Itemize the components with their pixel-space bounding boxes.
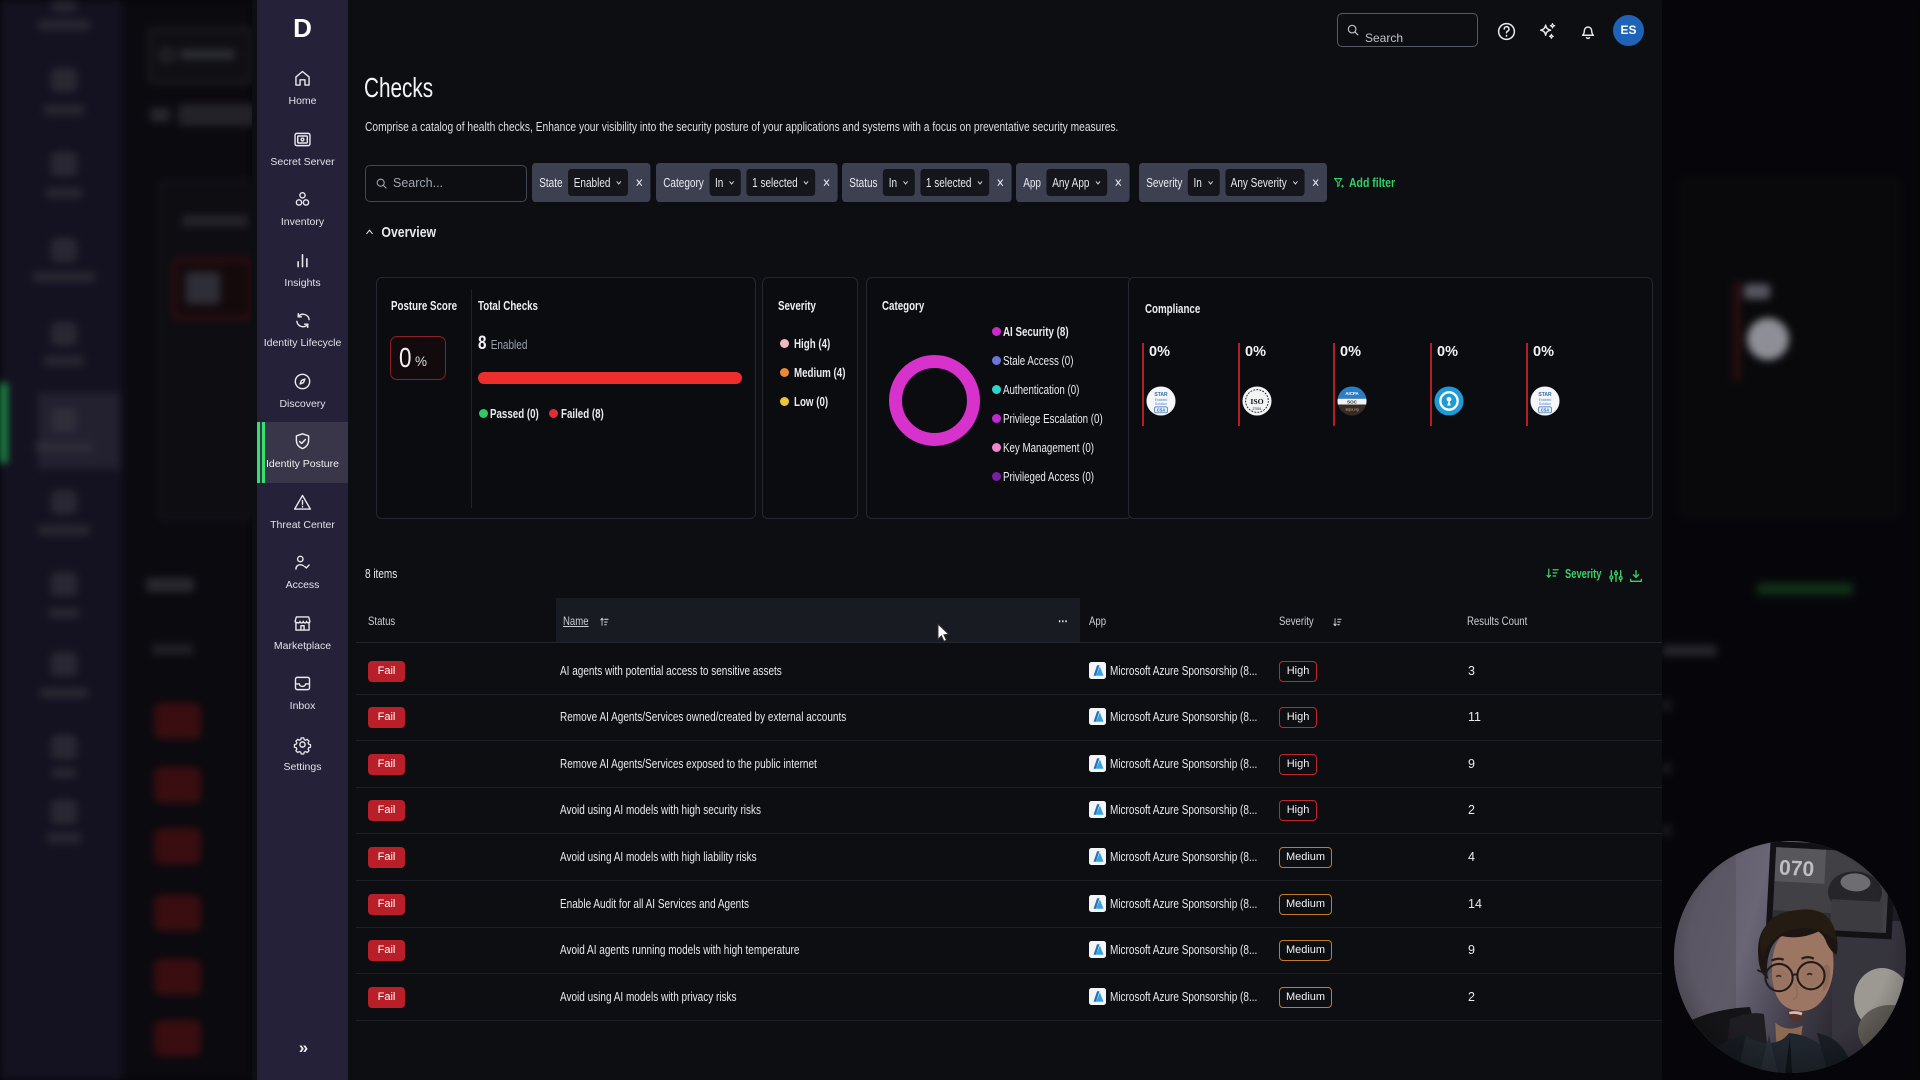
svg-text:Solution: Solution (1155, 402, 1168, 406)
svg-text:ISO: ISO (1250, 397, 1263, 406)
svg-text:AICPA: AICPA (1345, 391, 1359, 396)
svg-text:27001: 27001 (1252, 407, 1261, 411)
svg-text:CSA: CSA (1541, 407, 1550, 412)
svg-text:SOC: SOC (1347, 400, 1358, 405)
svg-text:Solution: Solution (1539, 402, 1552, 406)
svg-text:aicpa.org: aicpa.org (1345, 408, 1358, 412)
svg-text:CSA: CSA (1157, 407, 1166, 412)
